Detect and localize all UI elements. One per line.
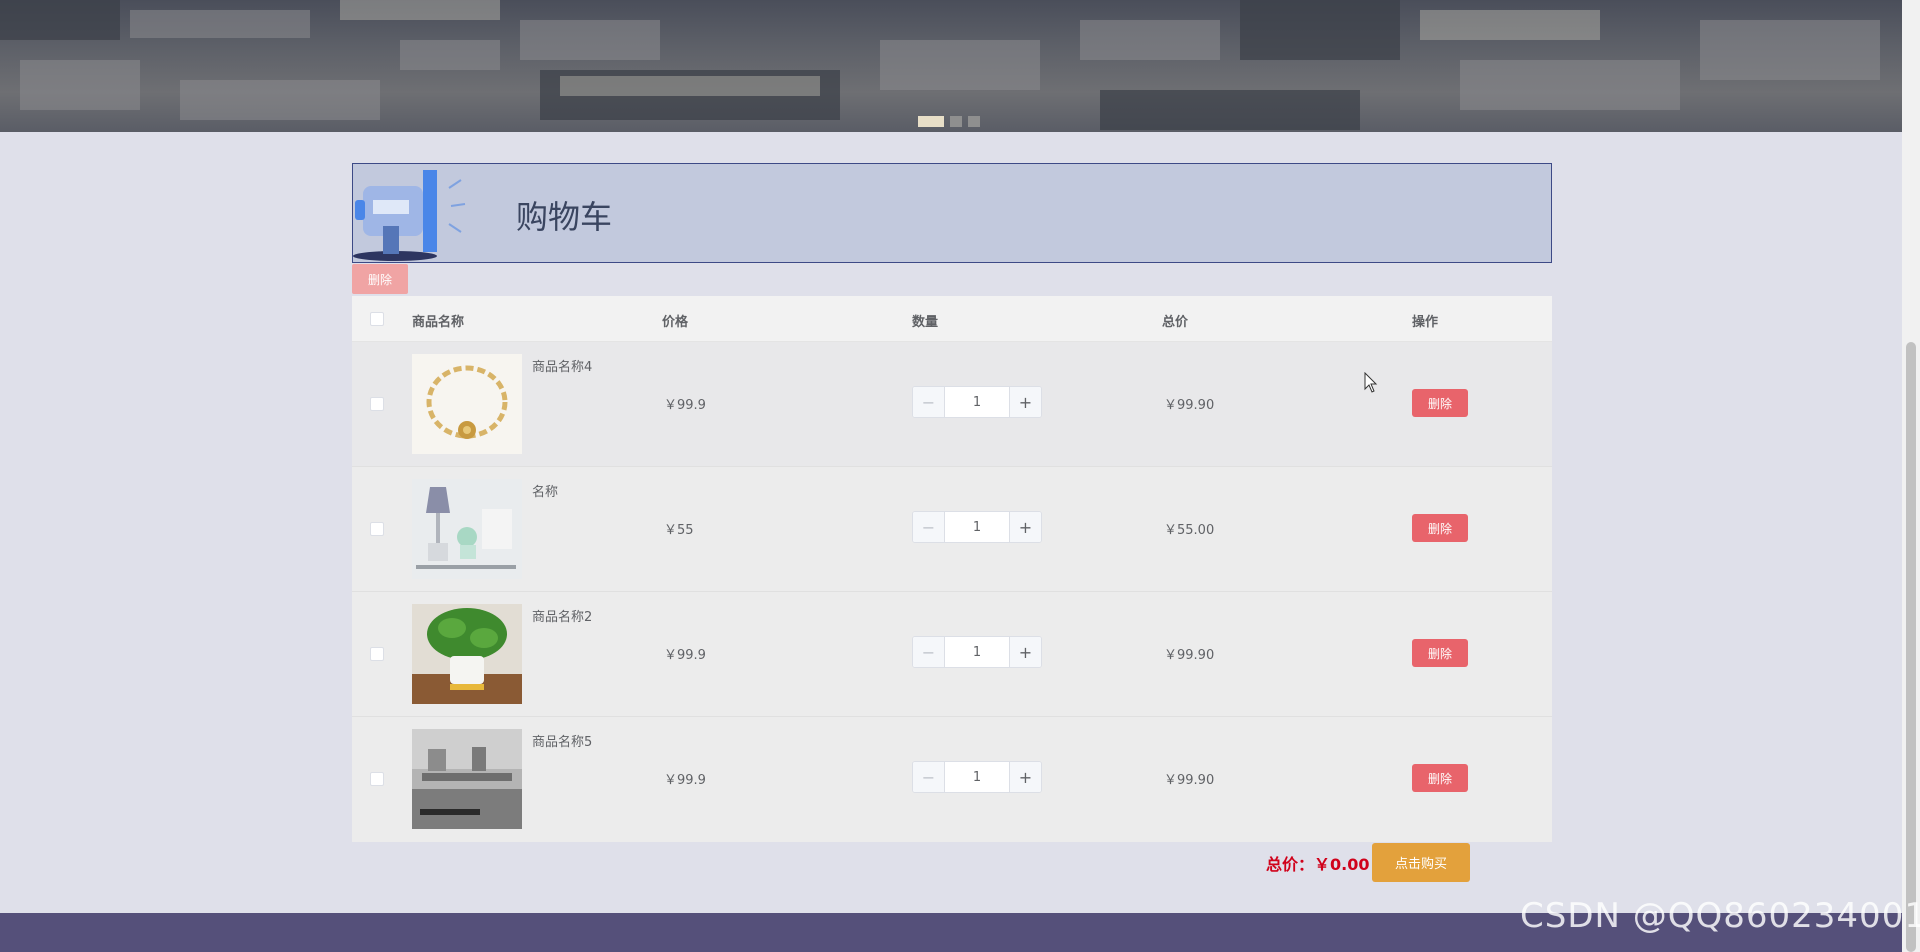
quantity-input[interactable] bbox=[945, 637, 1009, 667]
product-name: 商品名称5 bbox=[532, 735, 593, 750]
delete-item-button[interactable]: 删除 bbox=[1412, 764, 1468, 792]
delete-item-button[interactable]: 删除 bbox=[1412, 639, 1468, 667]
delete-item-button[interactable]: 删除 bbox=[1412, 514, 1468, 542]
column-header-quantity: 数量 bbox=[912, 315, 939, 330]
delete-item-button[interactable]: 删除 bbox=[1412, 389, 1468, 417]
hero-banner bbox=[0, 0, 1902, 132]
bracelet-image bbox=[412, 354, 522, 454]
quantity-stepper: − + bbox=[912, 511, 1042, 543]
product-price: ￥99.9 bbox=[664, 773, 706, 788]
product-price: ￥55 bbox=[664, 523, 694, 538]
column-header-total: 总价 bbox=[1162, 315, 1189, 330]
table-header: 商品名称 价格 数量 总价 操作 bbox=[352, 296, 1552, 342]
lamp-decor-image bbox=[412, 479, 522, 579]
megaphone-icon bbox=[353, 170, 466, 261]
column-header-actions: 操作 bbox=[1412, 315, 1439, 330]
increase-quantity-button[interactable]: + bbox=[1009, 637, 1041, 667]
quantity-input[interactable] bbox=[945, 512, 1009, 542]
row-checkbox[interactable] bbox=[370, 772, 384, 786]
quantity-stepper: − + bbox=[912, 386, 1042, 418]
cart-header: 购物车 bbox=[352, 163, 1552, 263]
product-name: 名称 bbox=[532, 485, 559, 500]
decrease-quantity-button[interactable]: − bbox=[913, 762, 945, 792]
row-checkbox[interactable] bbox=[370, 397, 384, 411]
product-name: 商品名称4 bbox=[532, 360, 593, 375]
row-checkbox[interactable] bbox=[370, 522, 384, 536]
table-row: 名称 ￥55 − + ￥55.00 删除 bbox=[352, 467, 1552, 592]
potted-plant-image bbox=[412, 604, 522, 704]
kitchen-image bbox=[412, 729, 522, 829]
decrease-quantity-button[interactable]: − bbox=[913, 637, 945, 667]
delete-selected-button[interactable]: 删除 bbox=[352, 264, 408, 294]
quantity-input[interactable] bbox=[945, 387, 1009, 417]
watermark: CSDN @QQ860234001 bbox=[1520, 896, 1920, 936]
select-all-checkbox[interactable] bbox=[370, 312, 384, 326]
product-price: ￥99.9 bbox=[664, 648, 706, 663]
quantity-stepper: − + bbox=[912, 761, 1042, 793]
page-title: 购物车 bbox=[516, 198, 613, 236]
row-total: ￥55.00 bbox=[1164, 523, 1215, 538]
carousel-indicators bbox=[918, 116, 980, 127]
buy-button[interactable]: 点击购买 bbox=[1372, 843, 1470, 882]
carousel-dot-2[interactable] bbox=[950, 116, 962, 127]
carousel-dot-3[interactable] bbox=[968, 116, 980, 127]
quantity-input[interactable] bbox=[945, 762, 1009, 792]
decrease-quantity-button[interactable]: − bbox=[913, 387, 945, 417]
grand-total: 总价：￥0.00 bbox=[1266, 855, 1370, 874]
product-price: ￥99.9 bbox=[664, 398, 706, 413]
mouse-cursor-icon bbox=[1364, 372, 1378, 393]
product-name: 商品名称2 bbox=[532, 610, 593, 625]
quantity-stepper: − + bbox=[912, 636, 1042, 668]
scrollbar-thumb[interactable] bbox=[1906, 342, 1916, 952]
carousel-dot-1[interactable] bbox=[918, 116, 944, 127]
increase-quantity-button[interactable]: + bbox=[1009, 762, 1041, 792]
row-total: ￥99.90 bbox=[1164, 398, 1215, 413]
row-total: ￥99.90 bbox=[1164, 773, 1215, 788]
decrease-quantity-button[interactable]: − bbox=[913, 512, 945, 542]
table-row: 商品名称4 ￥99.9 − + ￥99.90 删除 bbox=[352, 342, 1552, 467]
table-row: 商品名称2 ￥99.9 − + ￥99.90 删除 bbox=[352, 592, 1552, 717]
column-header-price: 价格 bbox=[662, 315, 689, 330]
column-header-name: 商品名称 bbox=[412, 315, 465, 330]
table-row: 商品名称5 ￥99.9 − + ￥99.90 删除 bbox=[352, 717, 1552, 842]
increase-quantity-button[interactable]: + bbox=[1009, 387, 1041, 417]
row-checkbox[interactable] bbox=[370, 647, 384, 661]
row-total: ￥99.90 bbox=[1164, 648, 1215, 663]
increase-quantity-button[interactable]: + bbox=[1009, 512, 1041, 542]
